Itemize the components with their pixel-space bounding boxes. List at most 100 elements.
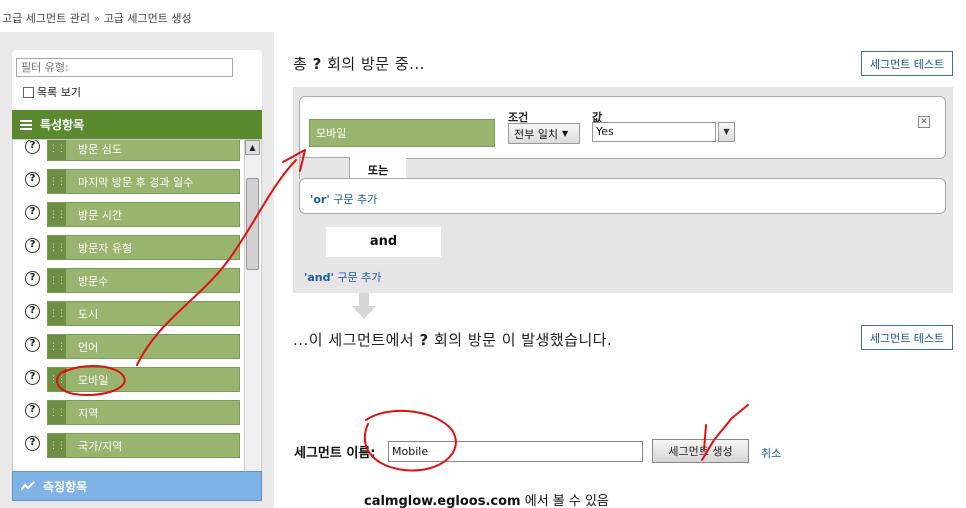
- statement-top-count: ?: [312, 55, 322, 73]
- dimension-item[interactable]: ⋮⋮ 도시: [47, 301, 240, 326]
- dimension-row: ? ⋮⋮ 방문 심도: [13, 140, 245, 161]
- scroll-up-icon[interactable]: ▲: [245, 140, 260, 155]
- or-tab-spacer: [299, 157, 350, 179]
- drag-handle-icon[interactable]: ⋮⋮: [48, 302, 66, 325]
- watermark: calmglow.egloos.com 에서 볼 수 있음: [364, 490, 609, 508]
- dimensions-scrollbar[interactable]: ▲ ▼: [244, 140, 260, 487]
- dimension-label: 도시: [78, 307, 99, 321]
- trend-line-icon: [21, 481, 35, 491]
- dimension-row: ? ⋮⋮ 마지막 방문 후 경과 일수: [13, 167, 245, 194]
- watermark-text: 에서 볼 수 있음: [524, 494, 609, 508]
- dimension-row: ? ⋮⋮ 지역: [13, 398, 245, 425]
- dimension-row: ? ⋮⋮ 도시: [13, 299, 245, 326]
- drag-handle-icon[interactable]: ⋮⋮: [48, 269, 66, 292]
- dimension-row: ? ⋮⋮ 방문수: [13, 266, 245, 293]
- dimension-item[interactable]: ⋮⋮ 국가/지역: [47, 433, 240, 458]
- help-icon[interactable]: ?: [25, 205, 40, 220]
- statement-top-prefix: 총: [293, 55, 308, 73]
- help-icon[interactable]: ?: [25, 172, 40, 187]
- condition-dimension-drop[interactable]: 모바일: [309, 119, 495, 147]
- breadcrumb-separator: »: [93, 12, 101, 25]
- breadcrumb-current: 고급 세그먼트 생성: [103, 12, 192, 25]
- create-segment-button[interactable]: 세그먼트 생성: [652, 439, 749, 463]
- statement-bottom-suffix: 회의 방문 이 발생했습니다.: [433, 331, 613, 349]
- cancel-link[interactable]: 취소: [761, 445, 781, 461]
- left-panel: 목록 보기 특성항목 ? ⋮⋮ 방문 심도 ? ⋮⋮ 마지막 방문 후 경과 일수 …: [0, 32, 274, 508]
- or-clause-box: [299, 178, 946, 214]
- drag-handle-icon[interactable]: ⋮⋮: [48, 335, 66, 358]
- dimension-item[interactable]: ⋮⋮ 언어: [47, 334, 240, 359]
- dimension-item-mobile[interactable]: ⋮⋮ 모바일: [47, 367, 240, 392]
- add-and-clause-link[interactable]: 'and' 구문 추가: [304, 269, 381, 285]
- dimension-label: 방문 시간: [78, 208, 122, 222]
- drag-handle-icon[interactable]: ⋮⋮: [48, 236, 66, 259]
- dimension-label: 방문 심도: [78, 142, 122, 156]
- drag-handle-icon[interactable]: ⋮⋮: [48, 434, 66, 457]
- filter-input[interactable]: [16, 58, 233, 77]
- breadcrumb: 고급 세그먼트 관리 » 고급 세그먼트 생성: [2, 10, 192, 26]
- chevron-down-icon: ▼: [561, 129, 569, 138]
- or-keyword: 'or': [310, 193, 330, 206]
- dimension-row: ? ⋮⋮ 모바일: [13, 365, 245, 392]
- dimension-item[interactable]: ⋮⋮ 방문자 유형: [47, 235, 240, 260]
- statement-top-suffix: 회의 방문 중...: [327, 55, 425, 73]
- value-input[interactable]: Yes: [592, 122, 716, 142]
- segment-name-label: 세그먼트 이름:: [294, 446, 376, 461]
- dimension-label: 국가/지역: [78, 439, 123, 453]
- dimension-label: 마지막 방문 후 경과 일수: [78, 175, 194, 189]
- dimension-row: ? ⋮⋮ 방문자 유형: [13, 233, 245, 260]
- drag-handle-icon[interactable]: ⋮⋮: [48, 368, 66, 391]
- metrics-header[interactable]: 측정항목: [12, 471, 262, 501]
- dimensions-header-label: 특성항목: [40, 118, 85, 132]
- drag-handle-icon[interactable]: ⋮⋮: [48, 170, 66, 193]
- help-icon[interactable]: ?: [25, 140, 40, 154]
- dimension-label: 방문수: [78, 274, 109, 288]
- dimension-item[interactable]: ⋮⋮ 지역: [47, 400, 240, 425]
- help-icon[interactable]: ?: [25, 436, 40, 451]
- statement-bottom-count: ?: [419, 331, 429, 349]
- remove-condition-icon[interactable]: ✕: [918, 116, 930, 128]
- value-dropdown-icon[interactable]: ▼: [718, 122, 735, 142]
- add-or-clause-link[interactable]: 'or' 구문 추가: [310, 191, 377, 207]
- dimension-label: 지역: [78, 406, 99, 420]
- dimension-row: ? ⋮⋮ 언어: [13, 332, 245, 359]
- dimensions-header[interactable]: 특성항목: [12, 110, 262, 139]
- condition-select[interactable]: 전부 일치 ▼: [508, 123, 580, 144]
- help-icon[interactable]: ?: [25, 337, 40, 352]
- segment-test-button-top[interactable]: 세그먼트 테스트: [861, 51, 953, 76]
- dimension-label: 모바일: [78, 373, 109, 387]
- and-clause-text: 구문 추가: [337, 271, 382, 284]
- help-icon[interactable]: ?: [25, 238, 40, 253]
- scroll-thumb[interactable]: [246, 178, 259, 270]
- dimension-item[interactable]: ⋮⋮ 방문 시간: [47, 202, 240, 227]
- dimension-item[interactable]: ⋮⋮ 방문수: [47, 268, 240, 293]
- help-icon[interactable]: ?: [25, 403, 40, 418]
- help-icon[interactable]: ?: [25, 370, 40, 385]
- segment-test-button-bottom[interactable]: 세그먼트 테스트: [861, 325, 953, 350]
- dimension-item[interactable]: ⋮⋮ 마지막 방문 후 경과 일수: [47, 169, 240, 194]
- drag-handle-icon[interactable]: ⋮⋮: [48, 203, 66, 226]
- list-view-toggle[interactable]: 목록 보기: [23, 84, 81, 100]
- dimension-label: 방문자 유형: [78, 241, 133, 255]
- dimension-row: ? ⋮⋮ 방문 시간: [13, 200, 245, 227]
- or-tab: 또는: [350, 158, 406, 180]
- list-icon: [20, 119, 32, 130]
- help-icon[interactable]: ?: [25, 271, 40, 286]
- list-view-checkbox[interactable]: [23, 86, 34, 98]
- help-icon[interactable]: ?: [25, 304, 40, 319]
- statement-top: 총 ? 회의 방문 중...: [293, 53, 425, 74]
- arrow-down-icon: [352, 293, 376, 319]
- condition-select-value: 전부 일치: [514, 127, 558, 141]
- segment-name-input[interactable]: Mobile: [388, 441, 643, 462]
- dimension-label: 언어: [78, 340, 99, 354]
- metrics-header-label: 측정항목: [43, 479, 88, 494]
- drag-handle-icon[interactable]: ⋮⋮: [48, 140, 66, 160]
- and-keyword: 'and': [304, 271, 334, 284]
- breadcrumb-link-manage[interactable]: 고급 세그먼트 관리: [2, 12, 90, 25]
- drag-handle-icon[interactable]: ⋮⋮: [48, 401, 66, 424]
- dimensions-list: ? ⋮⋮ 방문 심도 ? ⋮⋮ 마지막 방문 후 경과 일수 ? ⋮⋮ 방문 시간 ?…: [12, 139, 262, 488]
- dimension-item[interactable]: ⋮⋮ 방문 심도: [47, 140, 240, 161]
- statement-bottom: ...이 세그먼트에서 ? 회의 방문 이 발생했습니다.: [293, 329, 612, 350]
- and-tab: and: [326, 227, 441, 257]
- list-view-label: 목록 보기: [37, 86, 81, 99]
